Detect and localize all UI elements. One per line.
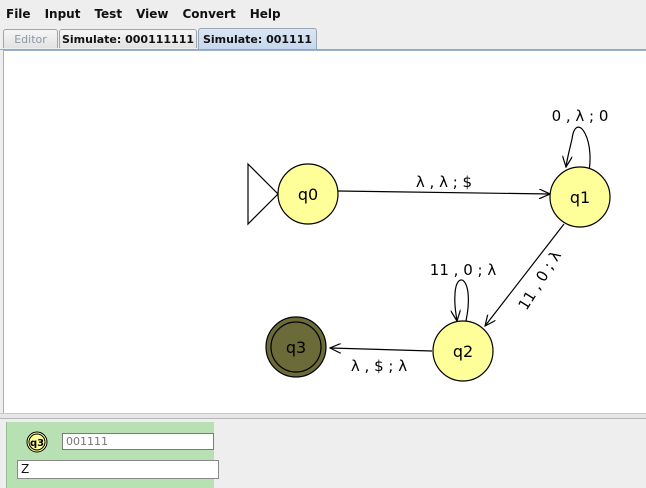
menu-bar: File Input Test View Convert Help	[0, 0, 646, 28]
state-label-q2: q2	[453, 342, 473, 361]
state-label-q1: q1	[570, 188, 590, 207]
transition-label-q1-q1: 0 , λ ; 0	[552, 107, 609, 125]
state-label-q3: q3	[286, 338, 306, 357]
menu-help[interactable]: Help	[243, 7, 288, 21]
transition-label-q0-q1: λ , λ ; $	[416, 173, 472, 191]
configuration-panel: q3 001111 Z	[0, 419, 646, 488]
tab-bar: Editor Simulate: 000111111 Simulate: 001…	[0, 27, 646, 50]
state-label-q0: q0	[298, 185, 318, 204]
menu-test[interactable]: Test	[87, 7, 129, 21]
transition-q0-q1[interactable]	[337, 191, 550, 194]
tab-simulate-001111[interactable]: Simulate: 001111	[198, 28, 317, 49]
transition-label-q2-q3: λ , $ ; λ	[351, 357, 407, 375]
initial-state-marker	[247, 162, 279, 226]
automaton-canvas[interactable]: λ , λ ; $ 0 , λ ; 0 11 , 0 ; λ 11 , 0 ; …	[3, 50, 646, 414]
configuration-box[interactable]: q3 001111 Z	[6, 422, 219, 488]
config-state-label: q3	[30, 438, 44, 449]
transition-label-q2-q2: 11 , 0 ; λ	[430, 261, 497, 279]
tab-editor[interactable]: Editor	[3, 29, 58, 48]
menu-file[interactable]: File	[0, 7, 38, 21]
transition-q2-q3[interactable]	[330, 348, 433, 351]
input-remaining-field: 001111	[62, 433, 214, 450]
state-icon: q3	[26, 431, 48, 453]
menu-view[interactable]: View	[129, 7, 175, 21]
transition-label-q1-q2: 11 , 0 ; λ	[515, 247, 566, 313]
menu-input[interactable]: Input	[38, 7, 88, 21]
tab-simulate-000111111[interactable]: Simulate: 000111111	[59, 29, 197, 48]
automaton-diagram[interactable]: λ , λ ; $ 0 , λ ; 0 11 , 0 ; λ 11 , 0 ; …	[4, 51, 646, 414]
menu-convert[interactable]: Convert	[175, 7, 242, 21]
stack-field: Z	[17, 460, 219, 479]
transition-q2-q2[interactable]	[455, 279, 470, 321]
